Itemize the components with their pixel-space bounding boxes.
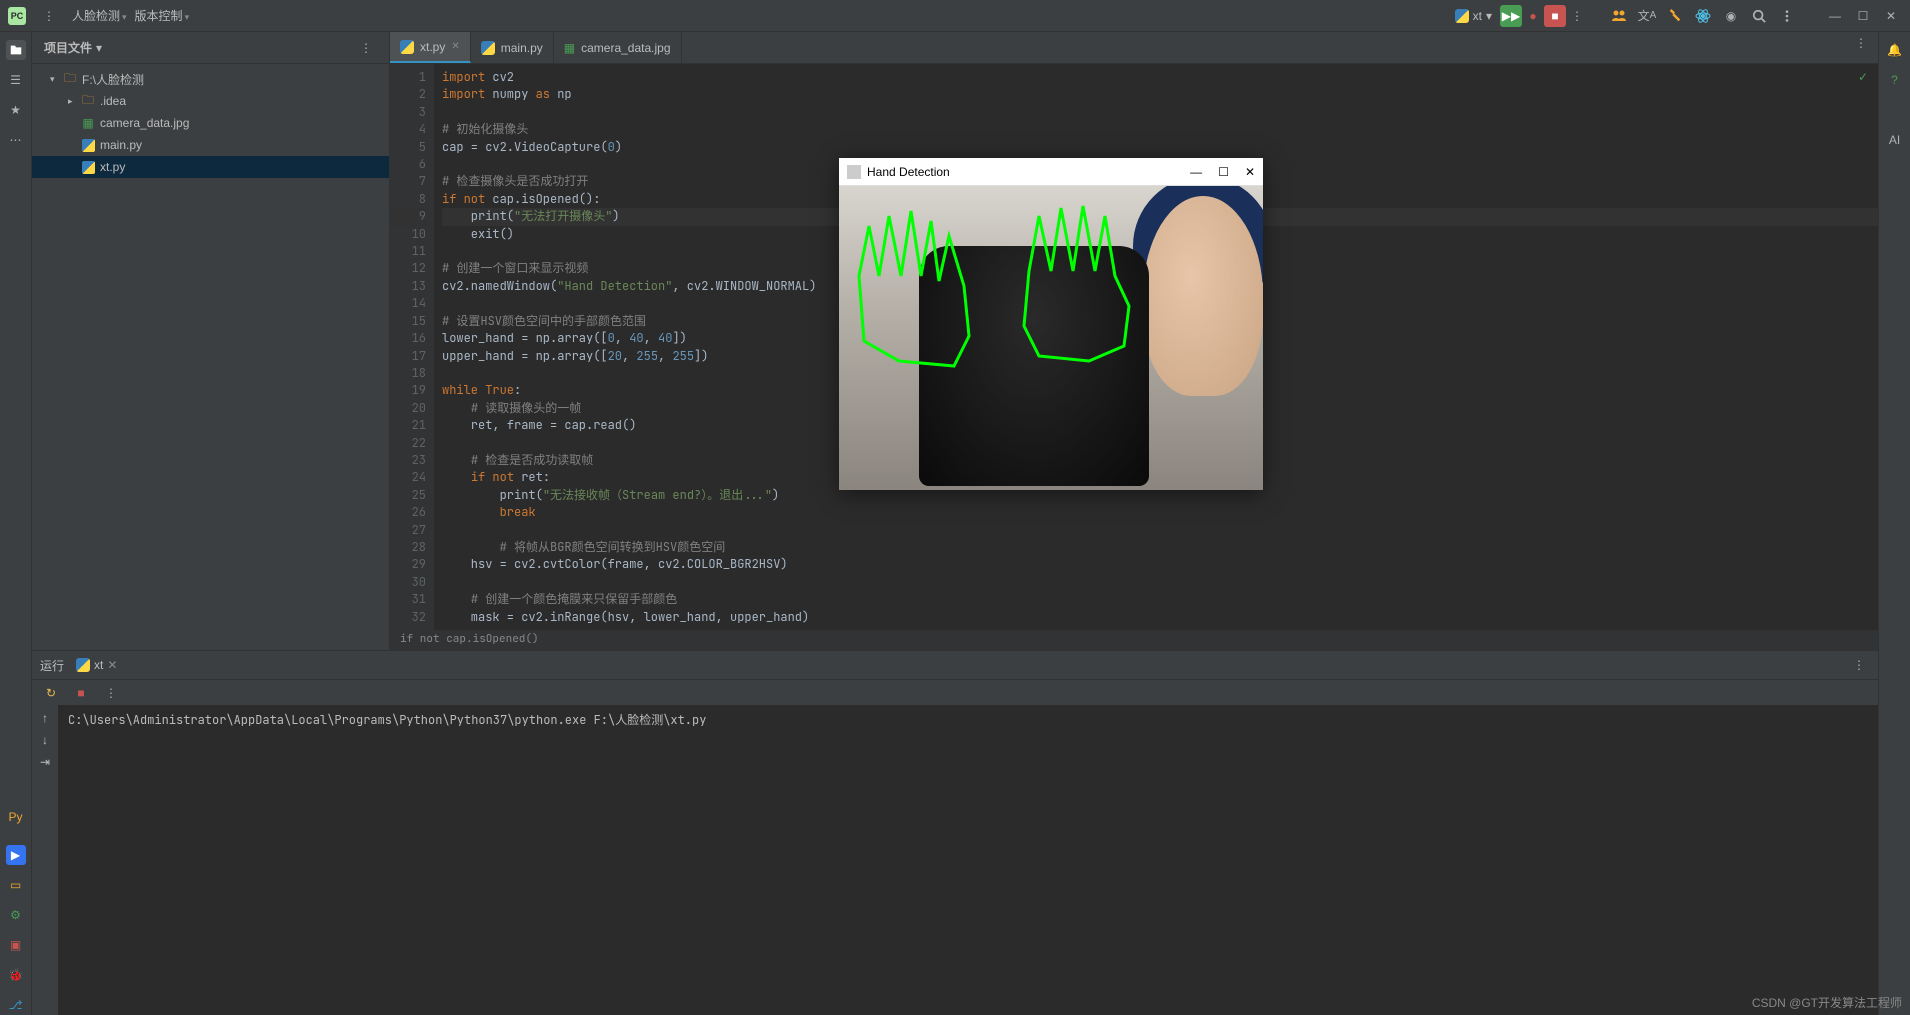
editor-breadcrumb[interactable]: if not cap.isOpened() <box>390 630 1878 650</box>
hand-contour-overlay <box>839 186 1263 490</box>
tree-node-label: camera_data.jpg <box>100 116 189 130</box>
database-tool-icon[interactable]: ▭ <box>6 875 26 895</box>
python-icon <box>1455 9 1469 23</box>
image-file-icon: ▦ <box>80 116 96 130</box>
project-panel-header: 项目文件 ▾ ⋮ <box>32 32 389 64</box>
tree-node-label: main.py <box>100 138 142 152</box>
run-tool-window: 运行 xt✕ ⋮ ↻ ■ ⋮ ↑ ↓ ⇥ C:\Users\Administra… <box>32 650 1878 1015</box>
debug-button[interactable]: ● <box>1522 5 1544 27</box>
python-file-icon <box>80 161 96 174</box>
run-options-icon[interactable]: ⋮ <box>100 682 122 704</box>
tree-node-label: xt.py <box>100 160 125 174</box>
soft-wrap-icon[interactable]: ⇥ <box>40 755 50 769</box>
project-tree[interactable]: ▾🗀F:\人脸检测▸🗀.idea▦camera_data.jpgmain.pyx… <box>32 64 389 182</box>
collaborators-icon[interactable] <box>1608 5 1630 27</box>
project-panel: 项目文件 ▾ ⋮ ▾🗀F:\人脸检测▸🗀.idea▦camera_data.jp… <box>32 32 390 650</box>
app-logo: PC <box>8 7 26 25</box>
stop-button[interactable]: ■ <box>1544 5 1566 27</box>
notifications-icon[interactable]: 🔔 <box>1885 40 1905 60</box>
todo-tool-icon[interactable]: 🐞 <box>6 965 26 985</box>
project-tool-icon[interactable] <box>6 40 26 60</box>
more-tool-icon[interactable]: ⋯ <box>6 130 26 150</box>
atom-icon[interactable] <box>1692 5 1714 27</box>
window-minimize-icon[interactable]: — <box>1190 165 1202 179</box>
folder-icon: 🗀 <box>80 91 96 112</box>
settings-icon[interactable] <box>1776 5 1798 27</box>
tab-label: main.py <box>501 41 543 55</box>
left-tool-rail: ☰ ★ ⋯ Py ▶ ▭ ⚙ ▣ 🐞 ⎇ <box>0 32 32 1015</box>
terminal-tool-icon[interactable]: ▣ <box>6 935 26 955</box>
vcs-tool-icon[interactable]: ⎇ <box>6 995 26 1015</box>
image-file-icon: ▦ <box>564 41 575 55</box>
run-config-tab[interactable]: xt✕ <box>76 658 117 672</box>
close-icon[interactable]: ✕ <box>1880 5 1902 27</box>
folder-icon: 🗀 <box>62 69 78 90</box>
editor-tab[interactable]: main.py <box>471 32 554 63</box>
tree-node-label: F:\人脸检测 <box>82 71 144 88</box>
opencv-window[interactable]: Hand Detection — ☐ ✕ <box>839 158 1263 490</box>
window-close-icon[interactable]: ✕ <box>1245 165 1255 179</box>
editor-tabs-more-icon[interactable]: ⋮ <box>1850 32 1872 54</box>
python-icon <box>400 40 414 54</box>
editor-tab[interactable]: ▦ camera_data.jpg <box>554 32 682 63</box>
python-console-icon[interactable]: Py <box>6 807 26 827</box>
main-menu-icon[interactable]: ⋮ <box>38 5 60 27</box>
topbar: PC ⋮ 人脸检测▾ 版本控制▾ xt▾ ▶▶ ● ■ ⋮ 文A ◉ — ☐ ✕ <box>0 0 1910 32</box>
ai-assistant-icon[interactable]: AI <box>1885 130 1905 150</box>
project-panel-title: 项目文件 <box>44 39 92 56</box>
opencv-window-title: Hand Detection <box>867 165 950 179</box>
tab-label: xt.py <box>420 40 445 54</box>
run-output[interactable]: C:\Users\Administrator\AppData\Local\Pro… <box>58 705 1878 1015</box>
run-window-more-icon[interactable]: ⋮ <box>1848 654 1870 676</box>
run-tab-label[interactable]: 运行 <box>40 657 64 674</box>
opencv-window-titlebar[interactable]: Hand Detection — ☐ ✕ <box>839 158 1263 186</box>
tree-node[interactable]: main.py <box>32 134 389 156</box>
run-button[interactable]: ▶▶ <box>1500 5 1522 27</box>
tree-node-label: .idea <box>100 94 126 108</box>
minimize-icon[interactable]: — <box>1824 5 1846 27</box>
window-icon <box>847 165 861 179</box>
run-tabs: 运行 xt✕ ⋮ <box>32 651 1878 679</box>
breadcrumb-project[interactable]: 人脸检测▾ <box>72 7 127 24</box>
bookmarks-tool-icon[interactable]: ★ <box>6 100 26 120</box>
translate-icon[interactable]: 文A <box>1636 5 1658 27</box>
gutter: 1234567891011121314151617181920212223242… <box>390 64 434 630</box>
editor-tabs: xt.py ✕ main.py ▦ camera_data.jpg ⋮ <box>390 32 1878 64</box>
python-icon <box>481 41 495 55</box>
watermark: CSDN @GT开发算法工程师 <box>1752 994 1902 1011</box>
python-file-icon <box>80 139 96 152</box>
help-icon[interactable]: ? <box>1885 70 1905 90</box>
maximize-icon[interactable]: ☐ <box>1852 5 1874 27</box>
services-tool-icon[interactable]: ⚙ <box>6 905 26 925</box>
run-window-icon[interactable]: ▶ <box>6 845 26 865</box>
opencv-frame <box>839 186 1263 490</box>
tree-node[interactable]: xt.py <box>32 156 389 178</box>
scroll-down-icon[interactable]: ↓ <box>42 733 48 747</box>
rerun-button[interactable]: ↻ <box>40 682 62 704</box>
right-tool-rail: 🔔 ? AI <box>1878 32 1910 1015</box>
window-maximize-icon[interactable]: ☐ <box>1218 165 1229 179</box>
more-run-icon[interactable]: ⋮ <box>1566 5 1588 27</box>
structure-tool-icon[interactable]: ☰ <box>6 70 26 90</box>
run-left-toolbar: ↑ ↓ ⇥ <box>32 705 58 1015</box>
hammer-icon[interactable] <box>1664 5 1686 27</box>
run-config-selector[interactable]: xt▾ <box>1455 9 1492 23</box>
inspection-ok-icon[interactable]: ✓ <box>1858 70 1868 84</box>
tree-node[interactable]: ▦ camera_data.jpg <box>32 112 389 134</box>
python-icon <box>76 658 90 672</box>
search-icon[interactable] <box>1748 5 1770 27</box>
tab-close-icon[interactable]: ✕ <box>451 41 459 52</box>
tree-node[interactable]: ▾🗀F:\人脸检测 <box>32 68 389 90</box>
editor-tab[interactable]: xt.py ✕ <box>390 32 471 63</box>
run-toolbar: ↻ ■ ⋮ <box>32 679 1878 705</box>
tab-label: camera_data.jpg <box>581 41 670 55</box>
tree-node[interactable]: ▸🗀.idea <box>32 90 389 112</box>
circle-icon[interactable]: ◉ <box>1720 5 1742 27</box>
project-more-icon[interactable]: ⋮ <box>355 37 377 59</box>
stop-run-button[interactable]: ■ <box>70 682 92 704</box>
scroll-up-icon[interactable]: ↑ <box>42 711 48 725</box>
breadcrumb-vcs[interactable]: 版本控制▾ <box>135 7 190 24</box>
